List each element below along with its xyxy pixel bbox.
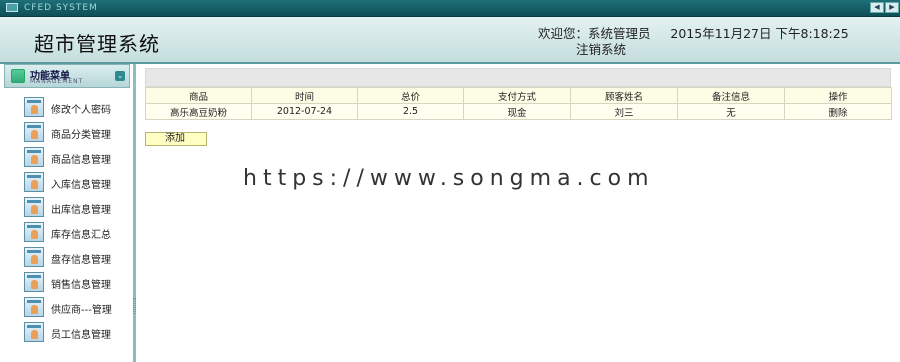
- app-title: 超市管理系统: [34, 32, 160, 56]
- cell-customer: 刘三: [570, 103, 678, 120]
- sidebar-item-staff[interactable]: 员工信息管理: [24, 322, 132, 344]
- sidebar-item-inventory-summary[interactable]: 库存信息汇总: [24, 222, 132, 244]
- sidebar-item-label: 盘存信息管理: [51, 255, 111, 266]
- user-card-icon: [24, 322, 44, 342]
- back-arrow-icon[interactable]: ◀: [870, 2, 884, 13]
- sidebar-item-label: 销售信息管理: [51, 280, 111, 291]
- sidebar-item-label: 库存信息汇总: [51, 230, 111, 241]
- sidebar-item-change-password[interactable]: 修改个人密码: [24, 97, 132, 119]
- sidebar-item-stocktake[interactable]: 盘存信息管理: [24, 247, 132, 269]
- collapse-menu-icon[interactable]: ⌄: [115, 71, 125, 81]
- column-header-payment: 支付方式: [463, 87, 571, 104]
- menu-header: 功能菜单 MANAGEMENT ⌄: [4, 64, 130, 88]
- table-toolbar: [145, 68, 891, 87]
- column-header-total: 总价: [357, 87, 464, 104]
- delete-link[interactable]: 删除: [784, 103, 892, 120]
- user-card-icon: [24, 272, 44, 292]
- sidebar-item-supplier[interactable]: 供应商---管理: [24, 297, 132, 319]
- cell-payment: 现金: [463, 103, 571, 120]
- column-header-note: 备注信息: [677, 87, 785, 104]
- add-button[interactable]: 添加: [145, 132, 207, 146]
- sidebar-menu: 功能菜单 MANAGEMENT ⌄ 修改个人密码 商品分类管理 商品信息管理 入…: [0, 64, 136, 362]
- cell-total: 2.5: [357, 103, 464, 120]
- main-content: 商品 时间 总价 支付方式 顾客姓名 备注信息 操作 高乐高豆奶粉 2012-0…: [145, 68, 892, 120]
- menu-icon: [11, 69, 25, 83]
- sidebar-item-label: 入库信息管理: [51, 180, 111, 191]
- sidebar-item-stock-in[interactable]: 入库信息管理: [24, 172, 132, 194]
- sidebar-item-sales[interactable]: 销售信息管理: [24, 272, 132, 294]
- cell-time: 2012-07-24: [251, 103, 358, 120]
- cell-product: 高乐高豆奶粉: [145, 103, 252, 120]
- system-title-bar: CFED SYSTEM ◀ ▶: [0, 0, 900, 17]
- table-header-row: 商品 时间 总价 支付方式 顾客姓名 备注信息 操作: [145, 87, 892, 104]
- column-header-customer: 顾客姓名: [570, 87, 678, 104]
- welcome-text: 欢迎您：系统管理员: [538, 26, 651, 41]
- column-header-action: 操作: [784, 87, 892, 104]
- user-card-icon: [24, 247, 44, 267]
- system-window-icon: [6, 3, 18, 12]
- sidebar-item-label: 修改个人密码: [51, 105, 111, 116]
- page-header: 超市管理系统 欢迎您：系统管理员 2015年11月27日 下午8:18:25 注销…: [0, 17, 900, 64]
- watermark-text: https://www.songma.com: [243, 166, 655, 191]
- user-card-icon: [24, 122, 44, 142]
- menu-subtitle: MANAGEMENT: [30, 78, 84, 85]
- cell-note: 无: [677, 103, 785, 120]
- sidebar-item-category[interactable]: 商品分类管理: [24, 122, 132, 144]
- forward-arrow-icon[interactable]: ▶: [885, 2, 899, 13]
- sidebar-item-label: 员工信息管理: [51, 330, 111, 341]
- sidebar-item-label: 商品信息管理: [51, 155, 111, 166]
- system-title: CFED SYSTEM: [24, 3, 98, 13]
- sales-table: 商品 时间 总价 支付方式 顾客姓名 备注信息 操作 高乐高豆奶粉 2012-0…: [145, 87, 892, 120]
- column-header-time: 时间: [251, 87, 358, 104]
- sidebar-item-stock-out[interactable]: 出库信息管理: [24, 197, 132, 219]
- sidebar-item-label: 商品分类管理: [51, 130, 111, 141]
- column-header-product: 商品: [145, 87, 252, 104]
- welcome-panel: 欢迎您：系统管理员 2015年11月27日 下午8:18:25 注销系统: [538, 26, 868, 58]
- user-card-icon: [24, 97, 44, 117]
- user-card-icon: [24, 197, 44, 217]
- sidebar-item-label: 出库信息管理: [51, 205, 111, 216]
- user-card-icon: [24, 147, 44, 167]
- sidebar-item-label: 供应商---管理: [51, 305, 112, 316]
- user-card-icon: [24, 172, 44, 192]
- sidebar-item-product[interactable]: 商品信息管理: [24, 147, 132, 169]
- table-row: 高乐高豆奶粉 2012-07-24 2.5 现金 刘三 无 删除: [145, 103, 892, 120]
- sidebar-resize-handle[interactable]: [133, 298, 136, 314]
- logout-link[interactable]: 注销系统: [576, 42, 626, 57]
- current-datetime: 2015年11月27日 下午8:18:25: [670, 26, 849, 41]
- user-card-icon: [24, 222, 44, 242]
- user-card-icon: [24, 297, 44, 317]
